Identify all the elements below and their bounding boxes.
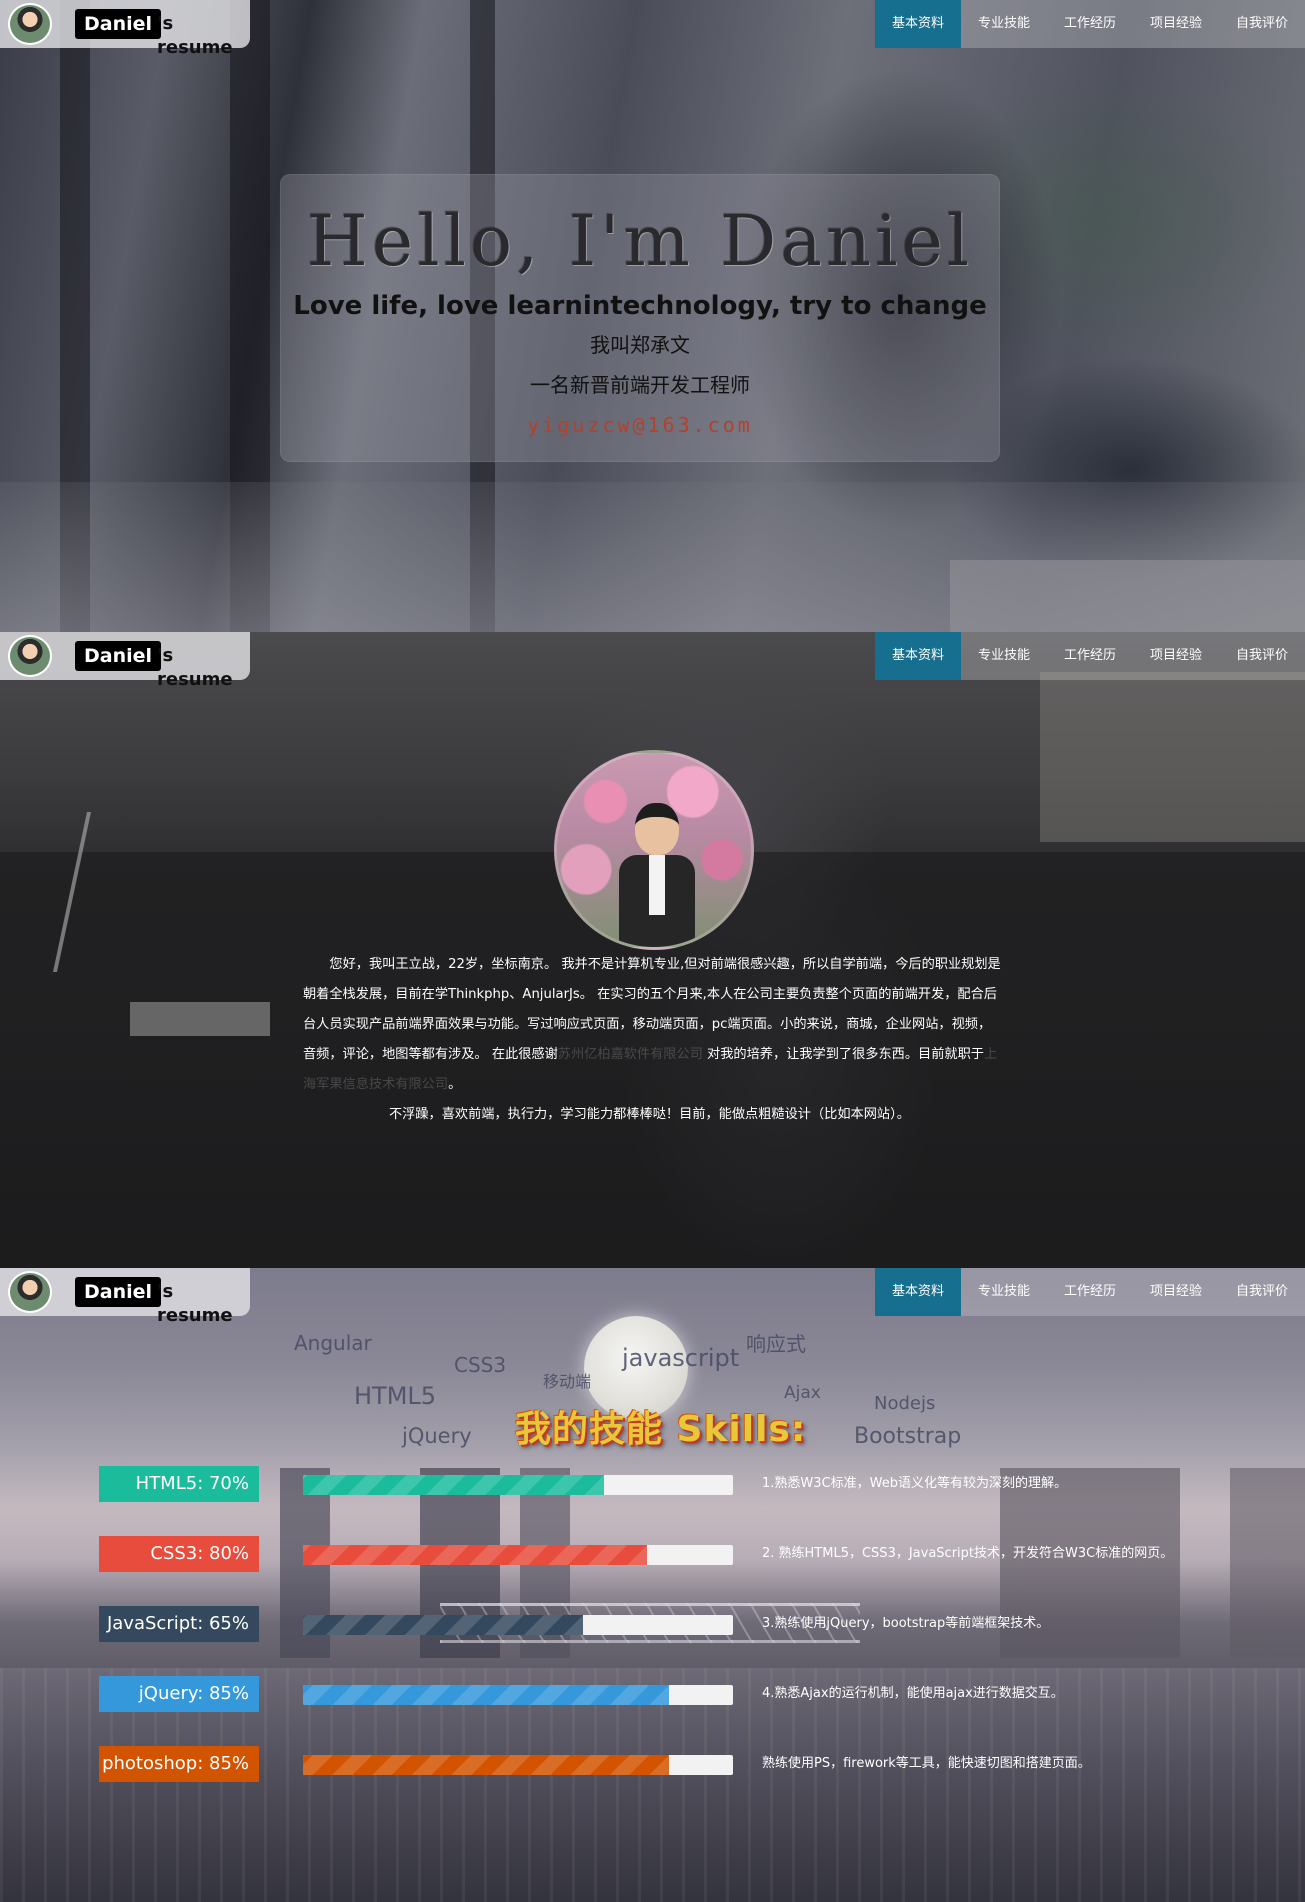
hero-title: Hello, I'm Daniel <box>306 200 974 282</box>
nav-item-work-experience[interactable]: 工作经历 <box>1047 632 1133 680</box>
skill-description: 3.熟练使用jQuery，bootstrap等前端框架技术。 <box>762 1616 1050 1631</box>
brand-suffix: 's resume <box>157 645 233 690</box>
skill-progress-fill <box>303 1545 647 1565</box>
skill-progress-bar <box>303 1685 733 1705</box>
nav-item-basic-info[interactable]: 基本资料 <box>875 0 961 48</box>
skill-label: JavaScript: 65% <box>99 1606 259 1642</box>
nav-item-self-evaluation[interactable]: 自我评价 <box>1219 1268 1305 1316</box>
nav-item-self-evaluation[interactable]: 自我评价 <box>1219 0 1305 48</box>
nav-item-basic-info[interactable]: 基本资料 <box>875 1268 961 1316</box>
skill-row: JavaScript: 65% 3.熟练使用jQuery，bootstrap等前端… <box>99 1606 1299 1642</box>
bg-laptop-screen <box>52 812 288 972</box>
skill-label: jQuery: 85% <box>99 1676 259 1712</box>
bg-laptop-keyboard <box>130 1002 270 1036</box>
skill-description: 熟练使用PS，firework等工具，能快速切图和搭建页面。 <box>762 1756 1091 1771</box>
nav-item-work-experience[interactable]: 工作经历 <box>1047 1268 1133 1316</box>
skill-progress-bar <box>303 1615 733 1635</box>
skill-label: photoshop: 85% <box>99 1746 259 1782</box>
nav-item-skills[interactable]: 专业技能 <box>961 1268 1047 1316</box>
skill-cloud-word: 响应式 <box>746 1332 806 1356</box>
skill-progress-fill <box>303 1685 669 1705</box>
nav-item-projects[interactable]: 项目经验 <box>1133 632 1219 680</box>
skill-cloud-word: CSS3 <box>454 1353 507 1377</box>
skills-title: 我的技能 Skills: <box>515 1409 807 1450</box>
skill-label: HTML5: 70% <box>99 1466 259 1502</box>
skill-cloud-word: jQuery <box>402 1424 472 1448</box>
skill-label: CSS3: 80% <box>99 1536 259 1572</box>
nav-item-projects[interactable]: 项目经验 <box>1133 0 1219 48</box>
brand-logo[interactable]: Daniel 's resume <box>0 632 250 690</box>
main-nav: 基本资料 专业技能 工作经历 项目经验 自我评价 <box>875 1268 1305 1316</box>
hero-name-line: 我叫郑承文 <box>590 333 690 357</box>
main-nav: 基本资料 专业技能 工作经历 项目经验 自我评价 <box>875 0 1305 48</box>
nav-item-skills[interactable]: 专业技能 <box>961 0 1047 48</box>
skill-cloud-word: Bootstrap <box>854 1424 962 1449</box>
brand-name: Daniel <box>75 9 162 39</box>
profile-photo-person <box>619 803 695 947</box>
skill-row: HTML5: 70% 1.熟悉W3C标准，Web语义化等有较为深刻的理解。 <box>99 1466 1299 1502</box>
about-section: Daniel 's resume 基本资料 专业技能 工作经历 项目经验 自我评… <box>0 632 1305 1268</box>
skill-cloud-word: Nodejs <box>874 1393 936 1414</box>
skill-description: 4.熟悉Ajax的运行机制，能使用ajax进行数据交互。 <box>762 1686 1064 1701</box>
hero-email-link[interactable]: yiguzcw@163.com <box>281 405 999 445</box>
hero-card: Hello, I'm Daniel Love life, love learni… <box>280 174 1000 462</box>
skill-description: 1.熟悉W3C标准，Web语义化等有较为深刻的理解。 <box>762 1476 1067 1491</box>
nav-item-work-experience[interactable]: 工作经历 <box>1047 0 1133 48</box>
skill-cloud-word: 移动端 <box>543 1372 592 1391</box>
avatar <box>8 1271 52 1313</box>
profile-photo <box>554 750 754 950</box>
brand-suffix: 's resume <box>157 13 233 58</box>
brand-logo[interactable]: Daniel 's resume <box>0 0 250 58</box>
nav-item-skills[interactable]: 专业技能 <box>961 632 1047 680</box>
skill-description: 2. 熟练HTML5，CSS3，JavaScript技术，开发符合W3C标准的网… <box>762 1546 1174 1561</box>
skill-cloud-word: javascript <box>622 1344 740 1372</box>
brand-name: Daniel <box>75 641 162 671</box>
skill-cloud-word: HTML5 <box>354 1382 437 1410</box>
skill-progress-bar <box>303 1545 733 1565</box>
brand-logo[interactable]: Daniel 's resume <box>0 1268 250 1326</box>
nav-item-projects[interactable]: 项目经验 <box>1133 1268 1219 1316</box>
about-paragraph-1: 您好，我叫王立战，22岁，坐标南京。 我并不是计算机专业,但对前端很感兴趣，所以… <box>303 957 1001 1092</box>
skill-progress-bar <box>303 1755 733 1775</box>
nav-item-self-evaluation[interactable]: 自我评价 <box>1219 632 1305 680</box>
company-link-1[interactable]: 苏州亿柏嘉软件有限公司 <box>558 1047 703 1062</box>
hero-role-line: 一名新晋前端开发工程师 <box>530 373 750 397</box>
avatar <box>8 635 52 677</box>
avatar <box>8 3 52 45</box>
main-nav: 基本资料 专业技能 工作经历 项目经验 自我评价 <box>875 632 1305 680</box>
about-paragraph-2: 不浮躁，喜欢前端，执行力，学习能力都棒棒哒！目前，能做点粗糙设计（比如本网站）。 <box>389 1107 910 1122</box>
bg-table <box>950 560 1305 632</box>
skill-row: photoshop: 85% 熟练使用PS，firework等工具，能快速切图和搭… <box>99 1746 1299 1782</box>
skill-row: jQuery: 85% 4.熟悉Ajax的运行机制，能使用ajax进行数据交互。 <box>99 1676 1299 1712</box>
hero-tagline: Love life, love learnintechnology, try t… <box>293 291 987 321</box>
skills-section: Daniel 's resume 基本资料 专业技能 工作经历 项目经验 自我评… <box>0 1268 1305 1902</box>
brand-suffix: 's resume <box>157 1281 233 1326</box>
skill-cloud-word: Angular <box>294 1331 372 1355</box>
skill-progress-fill <box>303 1615 583 1635</box>
brand-name: Daniel <box>75 1277 162 1307</box>
about-text: 您好，我叫王立战，22岁，坐标南京。 我并不是计算机专业,但对前端很感兴趣，所以… <box>303 950 1003 1130</box>
nav-item-basic-info[interactable]: 基本资料 <box>875 632 961 680</box>
skill-progress-fill <box>303 1755 669 1775</box>
hero-section: Daniel 's resume 基本资料 专业技能 工作经历 项目经验 自我评… <box>0 0 1305 632</box>
skill-progress-fill <box>303 1475 604 1495</box>
skill-row: CSS3: 80% 2. 熟练HTML5，CSS3，JavaScript技术，开发… <box>99 1536 1299 1572</box>
skill-progress-bar <box>303 1475 733 1495</box>
bg-window <box>1040 672 1305 842</box>
